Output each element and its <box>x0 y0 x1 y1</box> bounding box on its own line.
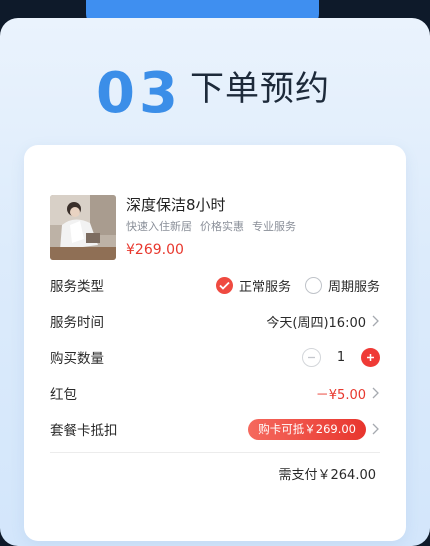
service-type-row: 服务类型 正常服务 周期服务 <box>50 274 380 296</box>
quantity-label: 购买数量 <box>50 351 104 367</box>
plus-button[interactable] <box>361 347 380 367</box>
step-title: 下单预约 <box>190 69 330 109</box>
service-time-row[interactable]: 服务时间 今天(周四)16:00 <box>50 310 380 332</box>
chevron-right-icon <box>372 423 379 435</box>
minus-button[interactable] <box>302 347 321 367</box>
radio-option-label: 正常服务 <box>238 279 291 295</box>
quantity-stepper: 1 <box>302 347 380 367</box>
product-title: 深度保洁8小时 <box>126 196 226 214</box>
service-time-value: 今天(周四)16:00 <box>266 315 366 331</box>
red-packet-value: －¥5.00 <box>315 387 366 403</box>
product-tag: 价格实惠 <box>200 220 244 233</box>
plus-icon <box>367 353 374 361</box>
order-card: 深度保洁8小时 快速入住新居 价格实惠 专业服务 ¥269.00 服务类型 正常… <box>24 145 406 541</box>
chevron-right-icon <box>372 387 379 399</box>
chevron-right-icon <box>372 315 379 327</box>
total-amount: 需支付￥264.00 <box>278 468 377 483</box>
step-number: 03 <box>96 61 182 126</box>
buy-card-badge[interactable]: 购卡可抵￥269.00 <box>248 418 366 440</box>
product-tags: 快速入住新居 价格实惠 专业服务 <box>126 220 296 234</box>
radio-option-periodic[interactable]: 周期服务 <box>304 276 380 295</box>
radio-option-label: 周期服务 <box>327 279 380 295</box>
step-panel: 03 下单预约 深度保洁8小时 快速入住新居 价格实惠 专业服务 ¥269.00 <box>0 18 430 546</box>
service-type-label: 服务类型 <box>50 279 104 295</box>
red-packet-label: 红包 <box>50 387 77 403</box>
quantity-row: 购买数量 1 <box>50 346 380 368</box>
cleaning-photo-icon <box>50 195 116 260</box>
package-card-row[interactable]: 套餐卡抵扣 购卡可抵￥269.00 <box>50 418 380 440</box>
quantity-value: 1 <box>336 349 346 365</box>
red-packet-row[interactable]: 红包 －¥5.00 <box>50 382 380 404</box>
divider <box>50 452 380 453</box>
product-price: ¥269.00 <box>126 242 184 258</box>
product-tag: 专业服务 <box>252 220 296 233</box>
product-tag: 快速入住新居 <box>126 220 192 233</box>
package-card-label: 套餐卡抵扣 <box>50 423 118 439</box>
radio-unchecked-icon <box>304 276 322 294</box>
minus-icon <box>308 356 315 358</box>
radio-checked-icon <box>215 276 233 294</box>
radio-option-normal[interactable]: 正常服务 <box>215 276 291 295</box>
service-time-label: 服务时间 <box>50 315 104 331</box>
product-image <box>50 195 116 260</box>
